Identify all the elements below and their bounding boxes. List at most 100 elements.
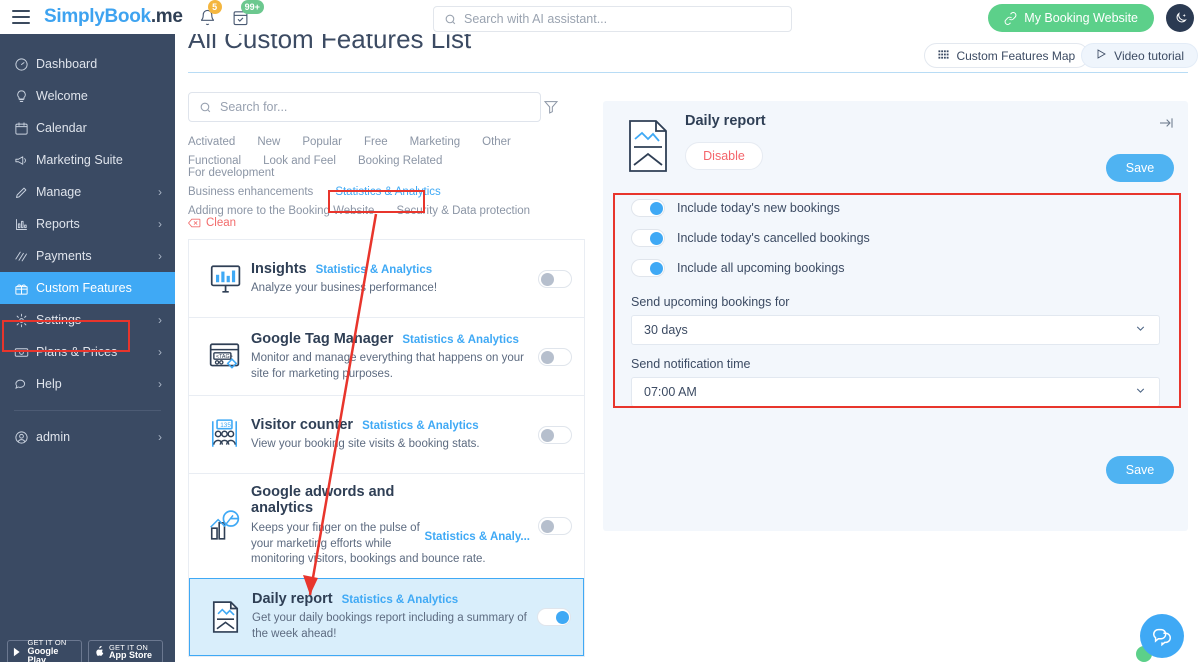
- video-tutorial-label: Video tutorial: [1114, 48, 1184, 63]
- sidebar-item-marketing-suite[interactable]: Marketing Suite: [0, 144, 175, 176]
- sidebar-item-payments[interactable]: Payments ›: [0, 240, 175, 272]
- feature-card-description: Monitor and manage everything that happe…: [251, 351, 524, 380]
- filter-icon[interactable]: [543, 99, 559, 120]
- app-store-badge[interactable]: GET IT ON App Store: [88, 640, 163, 662]
- simplybook-logo[interactable]: SimplyBook.me: [44, 6, 183, 28]
- sidebar-item-manage[interactable]: Manage ›: [0, 176, 175, 208]
- top-bar: SimplyBook.me 5 99+ Search with AI assis…: [0, 0, 1200, 34]
- setting-toggle[interactable]: [631, 229, 665, 247]
- sidebar-item-settings[interactable]: Settings ›: [0, 304, 175, 336]
- save-button-bottom[interactable]: Save: [1106, 456, 1174, 484]
- sidebar: Dashboard Welcome Calendar Marketing Suite M…: [0, 34, 175, 662]
- feature-card[interactable]: <TAG> Google Tag Manager Statistics & Anal…: [189, 317, 584, 395]
- filter-tag-adding-more-to-the-booking-website[interactable]: Adding more to the Booking Website: [188, 205, 374, 217]
- features-search-placeholder: Search for...: [220, 100, 288, 114]
- filter-tag-activated[interactable]: Activated: [188, 136, 235, 148]
- feature-enable-toggle[interactable]: [538, 269, 572, 288]
- google-play-big-text: Google Play: [27, 645, 59, 662]
- sidebar-item-welcome[interactable]: Welcome: [0, 80, 175, 112]
- filter-tag-look-and-feel[interactable]: Look and Feel: [263, 155, 336, 167]
- dark-mode-toggle-icon[interactable]: [1166, 4, 1194, 32]
- feature-card-heading: Google adwords and analytics Statistics &…: [251, 484, 530, 543]
- field-select[interactable]: 07:00 AM: [631, 377, 1160, 407]
- monitor-chart-icon: [201, 262, 247, 295]
- report-document-icon: [617, 113, 679, 175]
- filter-tag-marketing[interactable]: Marketing: [410, 136, 461, 148]
- filter-tag-business-enhancements[interactable]: Business enhancements: [188, 186, 313, 198]
- field-select-value: 07:00 AM: [644, 385, 697, 399]
- cards-icon: [14, 249, 36, 264]
- filter-tag-security-data-protection[interactable]: Security & Data protection: [396, 205, 530, 217]
- setting-toggle-label: Include today's cancelled bookings: [677, 231, 870, 245]
- sidebar-item-help[interactable]: Help ›: [0, 368, 175, 400]
- filter-tag-functional[interactable]: Functional: [188, 155, 241, 167]
- sidebar-item-admin[interactable]: admin ›: [0, 421, 175, 453]
- video-tutorial-button[interactable]: Video tutorial: [1081, 43, 1198, 68]
- setting-toggle[interactable]: [631, 199, 665, 217]
- filter-tag-free[interactable]: Free: [364, 136, 388, 148]
- feature-card-heading: Visitor counter Statistics & Analytics: [251, 417, 530, 433]
- filter-tag-booking-related[interactable]: Booking Related: [358, 155, 442, 167]
- report-document-icon: [202, 600, 248, 633]
- ai-search-box[interactable]: Search with AI assistant...: [433, 6, 792, 32]
- menu-toggle-icon[interactable]: [12, 10, 30, 24]
- detail-save-button-top-wrap: Save: [1106, 154, 1174, 182]
- save-button-top[interactable]: Save: [1106, 154, 1174, 182]
- money-icon: [14, 345, 36, 360]
- setting-toggle-label: Include all upcoming bookings: [677, 261, 845, 275]
- filter-tag-other[interactable]: Other: [482, 136, 511, 148]
- feature-enable-toggle[interactable]: [538, 425, 572, 444]
- custom-features-map-button[interactable]: Custom Features Map: [924, 43, 1090, 68]
- filter-tag-statistics-analytics[interactable]: Statistics & Analytics: [335, 186, 440, 198]
- sidebar-item-label: Payments: [36, 249, 92, 263]
- field-select[interactable]: 30 days: [631, 315, 1160, 345]
- page-actions: Custom Features Map Video tutorial: [924, 43, 1198, 68]
- sidebar-item-label: Calendar: [36, 121, 87, 135]
- chevron-right-icon: ›: [158, 185, 162, 199]
- filter-tag-row: Business enhancements Statistics & Analyt…: [188, 186, 560, 198]
- feature-enable-toggle[interactable]: [537, 607, 571, 626]
- filter-tag-row: Activated New Popular Free Marketing Other: [188, 136, 560, 148]
- feature-card[interactable]: Google adwords and analytics Statistics &…: [189, 473, 584, 578]
- filter-tag-for-development[interactable]: For development: [188, 167, 274, 179]
- feature-card[interactable]: Daily report Statistics & Analytics Get yo…: [189, 577, 584, 656]
- google-play-badge[interactable]: GET IT ON Google Play: [7, 639, 82, 662]
- field-label: Send upcoming bookings for: [631, 295, 790, 309]
- feature-card[interactable]: 135 Visitor counter Statistics & Analytics…: [189, 395, 584, 473]
- collapse-panel-icon[interactable]: [1158, 115, 1174, 136]
- chat-widget-button[interactable]: [1140, 614, 1184, 658]
- chevron-down-icon: [1134, 384, 1147, 400]
- app-store-big-text: App Store: [109, 650, 153, 661]
- my-booking-website-button[interactable]: My Booking Website: [988, 4, 1154, 32]
- features-search-input[interactable]: Search for...: [188, 92, 541, 122]
- feature-card-body: Google adwords and analytics Statistics &…: [247, 484, 538, 568]
- calendar-icon: [14, 121, 36, 136]
- sidebar-item-custom-features[interactable]: Custom Features: [0, 272, 175, 304]
- feature-card[interactable]: Insights Statistics & Analytics Analyze yo…: [189, 239, 584, 317]
- sidebar-item-dashboard[interactable]: Dashboard: [0, 48, 175, 80]
- sidebar-item-plans-prices[interactable]: Plans & Prices ›: [0, 336, 175, 368]
- filter-tag-new[interactable]: New: [257, 136, 280, 148]
- calendar-tasks-icon[interactable]: 99+: [232, 0, 264, 26]
- feature-enable-toggle[interactable]: [538, 516, 572, 535]
- clean-filters-button[interactable]: Clean: [188, 217, 236, 229]
- sidebar-item-label: Settings: [36, 313, 82, 327]
- feature-card-body: Insights Statistics & Analytics Analyze yo…: [247, 261, 538, 297]
- notifications-bell[interactable]: 5: [199, 0, 222, 26]
- feature-enable-toggle[interactable]: [538, 347, 572, 366]
- sidebar-item-calendar[interactable]: Calendar: [0, 112, 175, 144]
- people-counter-icon: 135: [201, 418, 247, 451]
- feature-card-body: Google Tag Manager Statistics & Analytics…: [247, 331, 538, 382]
- filter-tag-row: Adding more to the Booking Website Securi…: [188, 205, 560, 229]
- feature-card-heading: Google Tag Manager Statistics & Analytics: [251, 331, 530, 347]
- bars-icon: [14, 217, 36, 232]
- detail-save-button-bottom-wrap: Save: [1106, 456, 1174, 484]
- setting-toggle[interactable]: [631, 259, 665, 277]
- disable-button[interactable]: Disable: [685, 142, 763, 170]
- sidebar-item-reports[interactable]: Reports ›: [0, 208, 175, 240]
- logo-primary-text: SimplyBook: [44, 6, 151, 27]
- feature-card-heading: Daily report Statistics & Analytics: [252, 591, 529, 607]
- feature-detail-panel: Daily report Disable Save Include today'…: [603, 101, 1188, 531]
- detail-header-body: Daily report Disable: [679, 113, 1174, 170]
- filter-tag-popular[interactable]: Popular: [302, 136, 342, 148]
